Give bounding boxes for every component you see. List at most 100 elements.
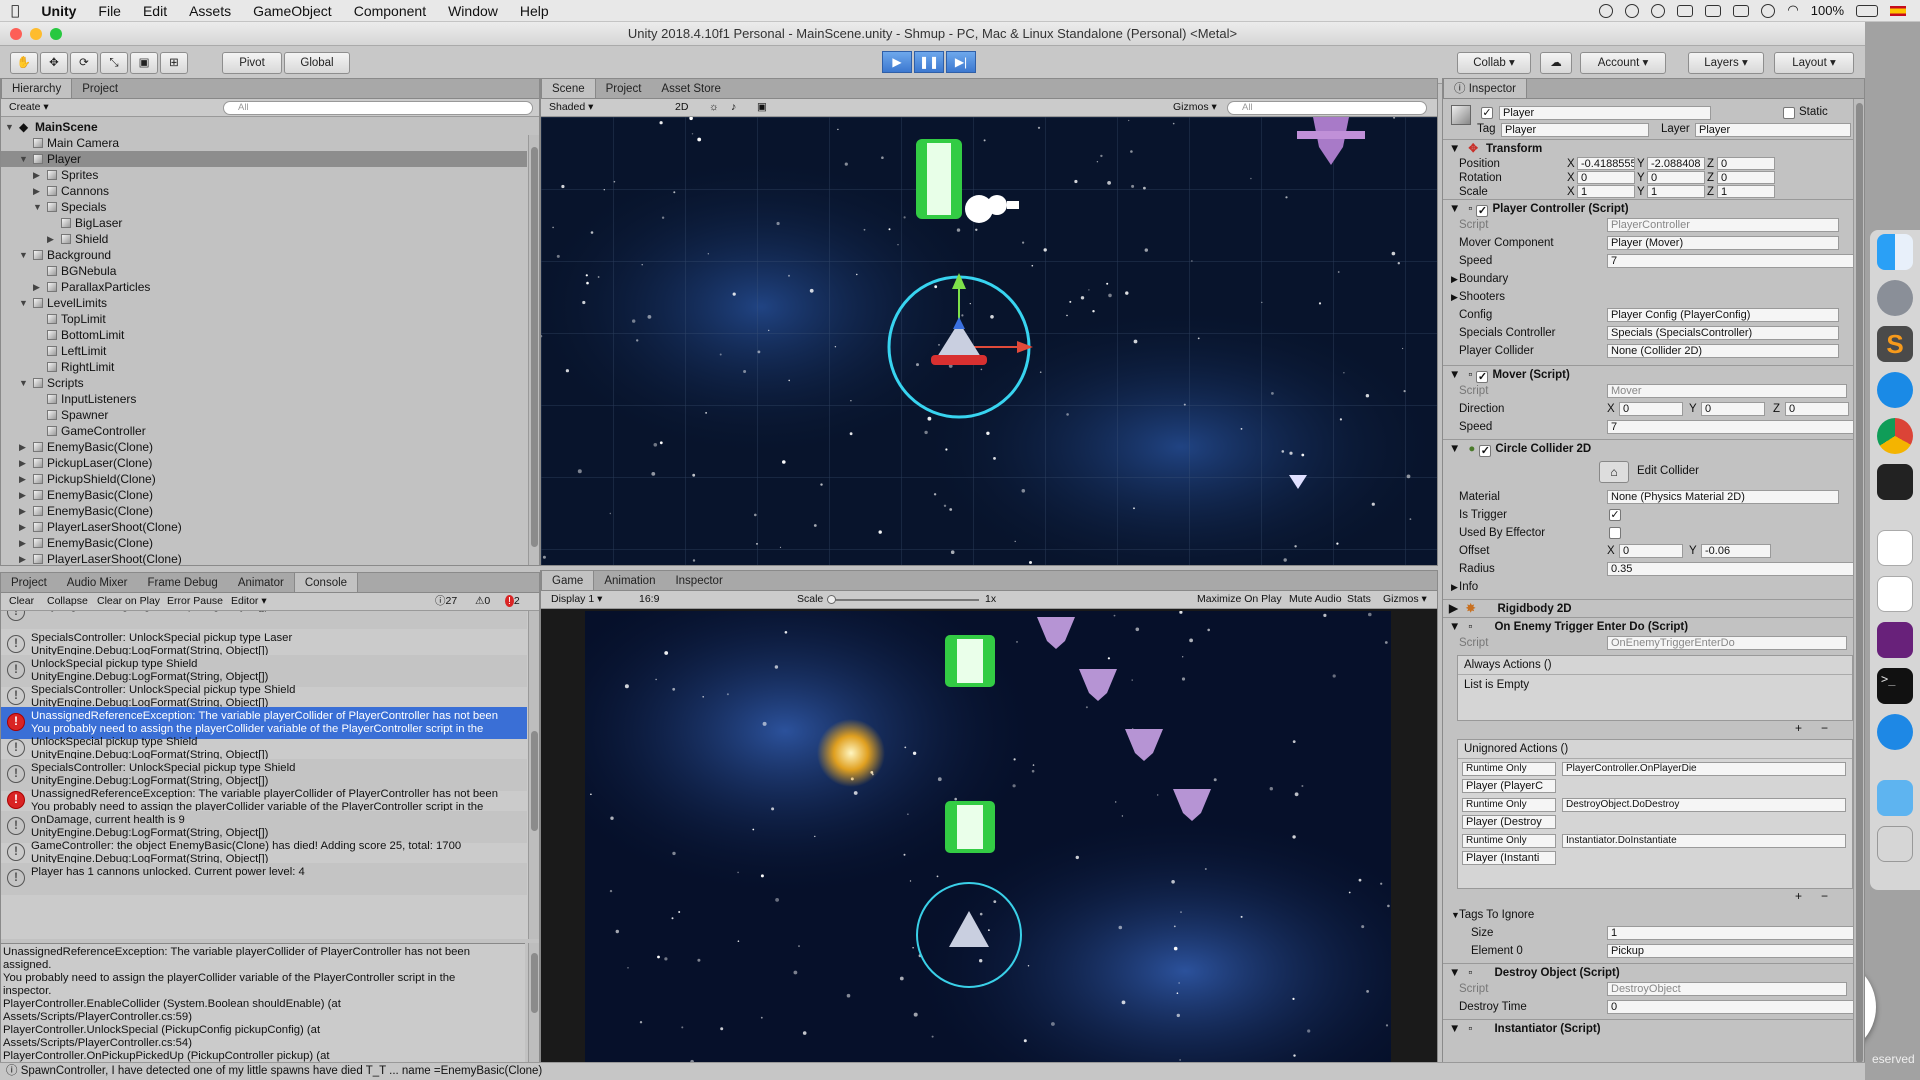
tab-inspector[interactable]: ⓘ Inspector: [1443, 79, 1528, 98]
global-toggle[interactable]: Global: [284, 52, 350, 74]
tab-animation[interactable]: Animation: [594, 571, 665, 590]
inspector-scrollbar[interactable]: [1853, 99, 1864, 1079]
transform-z-input[interactable]: 0: [1717, 171, 1775, 184]
create-dropdown[interactable]: Create ▾: [9, 99, 49, 116]
unity-hub-icon[interactable]: [1877, 576, 1913, 612]
hierarchy-item[interactable]: InputListeners: [1, 391, 527, 407]
lighting-toggle-icon[interactable]: ☼: [709, 99, 719, 116]
tags-size-input[interactable]: 1: [1607, 926, 1857, 940]
game-gizmos-dropdown[interactable]: Gizmos ▾: [1383, 591, 1427, 608]
tab-inspector[interactable]: Inspector: [665, 571, 732, 590]
tab-project[interactable]: Project: [72, 79, 128, 98]
remove-action-button[interactable]: −: [1821, 721, 1828, 735]
cloud-button[interactable]: ☁: [1540, 52, 1572, 74]
scrollbar-thumb[interactable]: [531, 953, 538, 1013]
tab-asset-store[interactable]: Asset Store: [651, 79, 730, 98]
component-enabled-checkbox[interactable]: ✓: [1476, 371, 1489, 383]
field-value[interactable]: Player Config (PlayerConfig): [1607, 308, 1839, 322]
minimize-window-button[interactable]: [30, 28, 42, 40]
display-dropdown[interactable]: Display 1 ▾: [551, 591, 602, 608]
hierarchy-item[interactable]: ▶ EnemyBasic(Clone): [1, 535, 527, 551]
console-entry[interactable]: ! Player has 1 cannons unlocked. Current …: [1, 863, 527, 895]
direction-y-input[interactable]: 0: [1701, 402, 1765, 416]
tab-project[interactable]: Project: [1, 573, 57, 592]
tab-hierarchy[interactable]: Hierarchy: [1, 79, 73, 98]
function-dropdown[interactable]: DestroyObject.DoDestroy: [1562, 798, 1846, 812]
active-checkbox[interactable]: ✓: [1481, 107, 1493, 119]
stats-button[interactable]: Stats: [1347, 591, 1371, 608]
detail-scrollbar[interactable]: [528, 943, 539, 1063]
transform-y-input[interactable]: -2.088408: [1647, 157, 1705, 170]
scene-root-row[interactable]: ▼ ◆ MainScene: [1, 119, 527, 135]
runtime-mode-dropdown[interactable]: Runtime Only: [1462, 834, 1556, 848]
destroy-object-header[interactable]: ▼ ▫ Destroy Object (Script): [1443, 963, 1864, 981]
chrome-icon[interactable]: [1877, 418, 1913, 454]
target-object-field[interactable]: Player (Destroy: [1462, 815, 1556, 829]
hierarchy-item[interactable]: ▼ Background: [1, 247, 527, 263]
record-icon[interactable]: [1599, 3, 1614, 18]
quicktime-icon[interactable]: [1877, 714, 1913, 750]
console-entry[interactable]: ! UnityEngine.Debug:LogFormat(String, Obj…: [1, 611, 527, 629]
hierarchy-item[interactable]: ▼ Player: [1, 151, 527, 167]
offset-y-input[interactable]: -0.06: [1701, 544, 1771, 558]
expand-arrow-icon[interactable]: ▶: [33, 183, 40, 199]
expand-arrow-icon[interactable]: ▼: [5, 119, 14, 135]
add-action-button[interactable]: +: [1795, 721, 1802, 735]
wifi-icon[interactable]: ◠: [1787, 3, 1798, 18]
collab-dropdown[interactable]: Collab ▾: [1457, 52, 1531, 74]
app-icon[interactable]: [1877, 372, 1913, 408]
close-window-button[interactable]: [10, 28, 22, 40]
menu-assets[interactable]: Assets: [178, 3, 242, 19]
account-dropdown[interactable]: Account ▾: [1580, 52, 1666, 74]
hierarchy-item[interactable]: Main Camera: [1, 135, 527, 151]
menu-edit[interactable]: Edit: [132, 3, 178, 19]
field-value[interactable]: None (Collider 2D): [1607, 344, 1839, 358]
material-field[interactable]: None (Physics Material 2D): [1607, 490, 1839, 504]
hierarchy-item[interactable]: Spawner: [1, 407, 527, 423]
expand-arrow-icon[interactable]: ▼: [19, 295, 28, 311]
enemy-trigger-header[interactable]: ▼ ▫ On Enemy Trigger Enter Do (Script): [1443, 617, 1864, 635]
mover-speed-input[interactable]: 7: [1607, 420, 1857, 434]
play-button[interactable]: ▶: [882, 51, 912, 73]
field-value[interactable]: 7: [1607, 254, 1857, 268]
expand-arrow-icon[interactable]: ▼: [19, 247, 28, 263]
runtime-mode-dropdown[interactable]: Runtime Only: [1462, 762, 1556, 776]
expand-arrow-icon[interactable]: ▶: [19, 487, 26, 503]
transform-y-input[interactable]: 1: [1647, 185, 1705, 198]
component-enabled-checkbox[interactable]: ✓: [1479, 445, 1492, 457]
transform-x-input[interactable]: 1: [1577, 185, 1635, 198]
apple-menu-icon[interactable]: : [0, 3, 30, 19]
hierarchy-item[interactable]: ▼ Scripts: [1, 375, 527, 391]
transform-x-input[interactable]: 0: [1577, 171, 1635, 184]
player-controller-header[interactable]: ▼ ▫ ✓ Player Controller (Script): [1443, 199, 1864, 217]
tab-frame-debug[interactable]: Frame Debug: [138, 573, 228, 592]
layer-dropdown[interactable]: Player: [1695, 123, 1851, 137]
target-object-field[interactable]: Player (PlayerC: [1462, 779, 1556, 793]
layers-dropdown[interactable]: Layers ▾: [1688, 52, 1764, 74]
zoom-window-button[interactable]: [50, 28, 62, 40]
hierarchy-item[interactable]: BGNebula: [1, 263, 527, 279]
transform-header[interactable]: ▼ ✥ Transform: [1443, 139, 1864, 157]
transform-tool-button[interactable]: ⊞: [160, 52, 188, 74]
hierarchy-item[interactable]: BigLaser: [1, 215, 527, 231]
instantiator-header[interactable]: ▼ ▫ Instantiator (Script): [1443, 1019, 1864, 1037]
tab-project[interactable]: Project: [596, 79, 652, 98]
scale-tool-button[interactable]: ⤡: [100, 52, 128, 74]
shading-dropdown[interactable]: Shaded ▾: [549, 99, 593, 116]
hierarchy-item[interactable]: ▶ PlayerLaserShoot(Clone): [1, 519, 527, 535]
object-name-input[interactable]: Player: [1499, 106, 1711, 120]
expand-arrow-icon[interactable]: ▶: [47, 231, 54, 247]
flag-icon[interactable]: [1890, 5, 1906, 16]
tags-ignore-row[interactable]: ▼ Tags To Ignore: [1451, 907, 1856, 924]
toggle-2d-button[interactable]: 2D: [675, 99, 688, 116]
expand-arrow-icon[interactable]: ▶: [19, 503, 26, 519]
scale-slider-knob[interactable]: [827, 595, 836, 604]
app-menu[interactable]: Unity: [30, 3, 87, 19]
hierarchy-item[interactable]: ▶ Cannons: [1, 183, 527, 199]
tags-element-0-input[interactable]: Pickup: [1607, 944, 1857, 958]
screen-icon[interactable]: [1705, 4, 1722, 17]
expand-arrow-icon[interactable]: ▶: [19, 551, 26, 565]
tag-dropdown[interactable]: Player: [1501, 123, 1649, 137]
add-action-button[interactable]: +: [1795, 889, 1802, 903]
move-tool-button[interactable]: ✥: [40, 52, 68, 74]
